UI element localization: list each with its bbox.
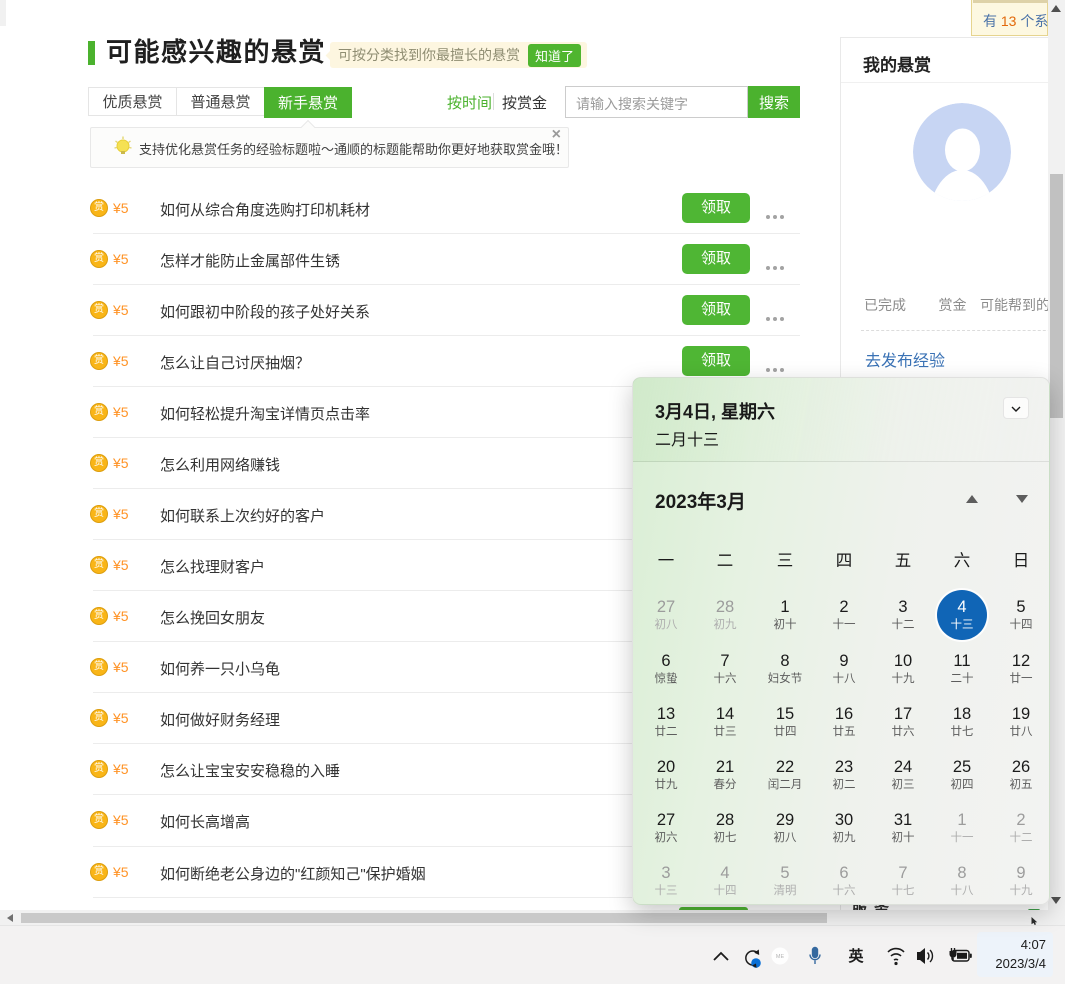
svg-text:ME: ME bbox=[776, 954, 785, 960]
